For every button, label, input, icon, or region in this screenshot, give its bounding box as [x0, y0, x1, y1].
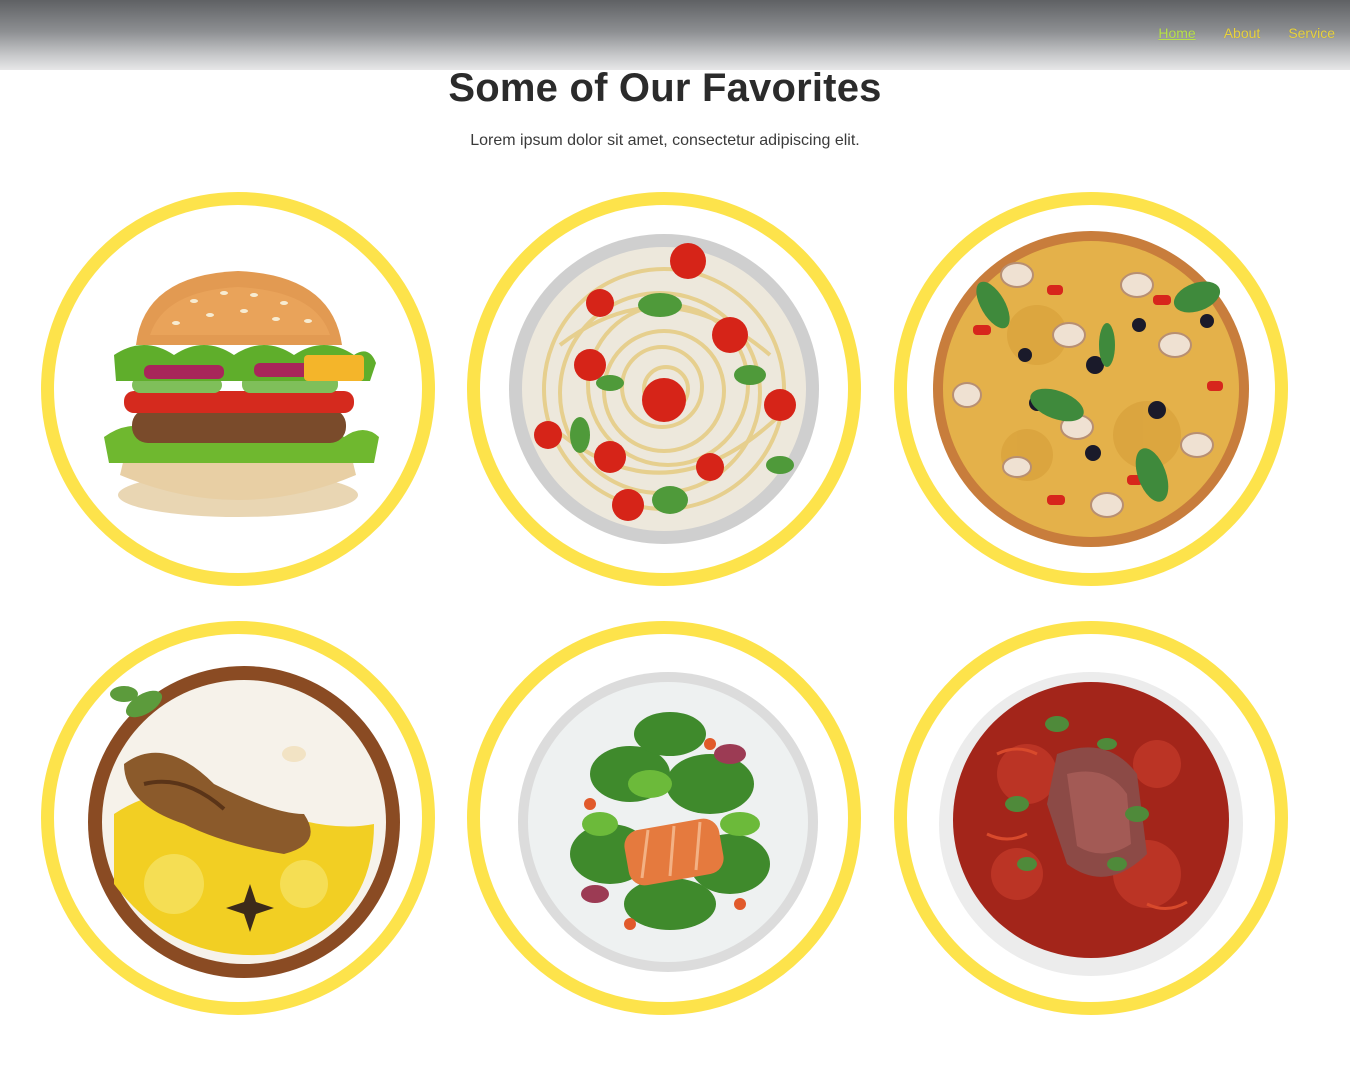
salmon-salad-image — [518, 672, 818, 972]
burger-image — [104, 271, 379, 517]
nav-links: Home About Service — [1158, 25, 1335, 41]
borscht-soup-image — [939, 672, 1243, 976]
favorite-card-spaghetti[interactable] — [467, 192, 861, 586]
pizza-image — [933, 231, 1249, 547]
favorite-card-salmon-salad[interactable] — [467, 621, 861, 1015]
nav-about-link[interactable]: About — [1224, 25, 1261, 41]
page-title: Some of Our Favorites — [448, 66, 882, 110]
favorite-card-burger[interactable] — [41, 192, 435, 586]
spaghetti-image — [509, 234, 819, 544]
top-navbar: Home About Service — [0, 0, 1350, 70]
favorite-card-pizza[interactable] — [894, 192, 1288, 586]
page-subtitle: Lorem ipsum dolor sit amet, consectetur … — [470, 132, 860, 149]
favorite-card-biryani[interactable] — [41, 621, 435, 1015]
nav-home-link[interactable]: Home — [1158, 25, 1195, 41]
biryani-image — [88, 666, 400, 978]
favorite-card-borscht-soup[interactable] — [894, 621, 1288, 1015]
nav-service-link[interactable]: Service — [1288, 25, 1335, 41]
